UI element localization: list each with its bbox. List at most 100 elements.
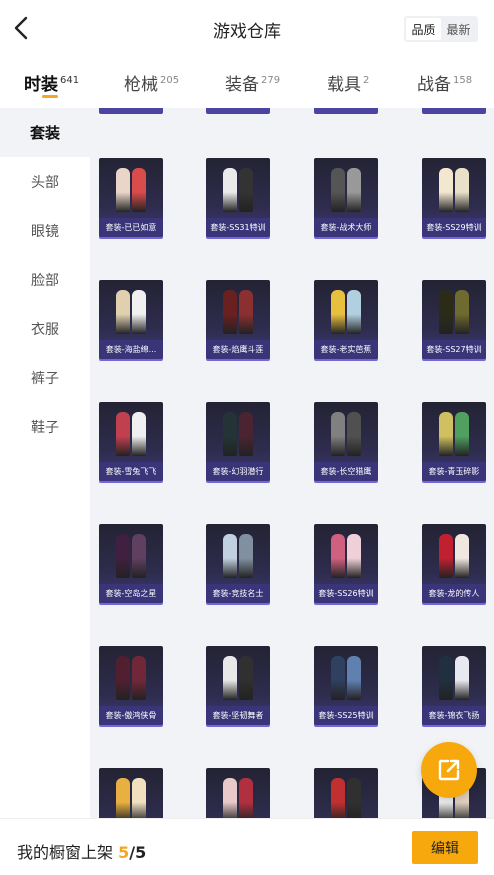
outfit-name: 套装-长空猎鹰 bbox=[314, 462, 378, 481]
tab-equipment[interactable]: 装备 279 bbox=[225, 70, 280, 95]
outfit-card[interactable]: 套装-SS25特训 bbox=[314, 646, 378, 725]
outfit-name: 套装-海盐绵... bbox=[99, 340, 163, 359]
outfit-figure bbox=[239, 412, 253, 456]
outfit-figure bbox=[439, 534, 453, 578]
outfit-card[interactable]: 套装-青玉碎影 bbox=[422, 402, 486, 481]
subcategory-sidebar: 套装 头部 眼镜 脸部 衣服 裤子 鞋子 bbox=[0, 108, 90, 818]
tab-supplies[interactable]: 战备 158 bbox=[417, 70, 472, 95]
tab-count: 2 bbox=[363, 75, 370, 86]
edit-button[interactable]: 编辑 bbox=[412, 831, 478, 864]
outfit-figure bbox=[239, 534, 253, 578]
outfit-figure bbox=[223, 168, 237, 212]
outfit-image bbox=[422, 402, 486, 460]
outfit-figure bbox=[116, 290, 130, 334]
outfit-image bbox=[206, 402, 270, 460]
outfit-card[interactable]: 套装-空岛之星 bbox=[99, 524, 163, 603]
outfit-image bbox=[314, 524, 378, 582]
outfit-card[interactable]: 套装-锦衣飞扬 bbox=[422, 646, 486, 725]
sidebar-item-suits[interactable]: 套装 bbox=[0, 108, 90, 157]
tab-label: 时装 bbox=[24, 75, 58, 95]
outfit-figure bbox=[439, 168, 453, 212]
outfit-image bbox=[99, 524, 163, 582]
outfit-card[interactable] bbox=[314, 768, 378, 818]
outfit-figure bbox=[132, 778, 146, 818]
outfit-name: 套装-老实芭蕉 bbox=[314, 340, 378, 359]
outfit-image bbox=[314, 158, 378, 216]
outfit-name: 套装-坚韧舞者 bbox=[206, 706, 270, 725]
outfit-figure bbox=[116, 412, 130, 456]
outfit-figure bbox=[347, 534, 361, 578]
outfit-figure bbox=[331, 412, 345, 456]
outfit-image bbox=[314, 768, 378, 818]
outfit-name: 套装-青玉碎影 bbox=[422, 462, 486, 481]
outfit-name: 套装-战术大师 bbox=[314, 218, 378, 237]
showcase-current-count: 5 bbox=[118, 843, 130, 862]
outfit-figure bbox=[132, 290, 146, 334]
outfit-name: 套装-龙的传人 bbox=[422, 584, 486, 603]
outfit-card[interactable] bbox=[99, 768, 163, 818]
outfit-figure bbox=[439, 290, 453, 334]
outfit-figure bbox=[132, 412, 146, 456]
outfit-figure bbox=[223, 412, 237, 456]
outfit-image bbox=[422, 280, 486, 338]
outfit-card[interactable]: 套装-SS27特训 bbox=[422, 280, 486, 359]
outfit-figure bbox=[132, 656, 146, 700]
outfit-image bbox=[206, 768, 270, 818]
card-partial bbox=[422, 108, 486, 114]
outfit-figure bbox=[347, 290, 361, 334]
tab-guns[interactable]: 枪械 205 bbox=[124, 70, 179, 95]
sidebar-item-shoes[interactable]: 鞋子 bbox=[0, 402, 90, 451]
showcase-total-count: /5 bbox=[129, 843, 147, 862]
showcase-label: 我的橱窗上架 bbox=[17, 843, 114, 862]
sort-option-latest[interactable]: 最新 bbox=[441, 18, 476, 40]
outfit-card[interactable]: 套装-坚韧舞者 bbox=[206, 646, 270, 725]
outfit-card[interactable]: 套装-战术大师 bbox=[314, 158, 378, 237]
outfit-image bbox=[422, 646, 486, 704]
share-button[interactable] bbox=[421, 742, 477, 798]
outfit-image bbox=[206, 524, 270, 582]
outfit-card[interactable]: 套装-SS26特训 bbox=[314, 524, 378, 603]
outfit-card[interactable]: 套装-SS31特训 bbox=[206, 158, 270, 237]
outfit-image bbox=[206, 646, 270, 704]
showcase-status: 我的橱窗上架 5/5 bbox=[17, 839, 146, 863]
outfit-card[interactable]: 套装-SS29特训 bbox=[422, 158, 486, 237]
category-tabs: 时装 641 枪械 205 装备 279 载具 2 战备 158 bbox=[0, 58, 494, 108]
sidebar-item-glasses[interactable]: 眼镜 bbox=[0, 206, 90, 255]
outfit-card[interactable]: 套装-龙的传人 bbox=[422, 524, 486, 603]
tab-label: 枪械 bbox=[124, 75, 158, 95]
outfit-image bbox=[422, 524, 486, 582]
outfit-name: 套装-SS31特训 bbox=[206, 218, 270, 237]
outfit-card[interactable]: 套装-长空猎鹰 bbox=[314, 402, 378, 481]
outfit-card[interactable] bbox=[206, 768, 270, 818]
outfit-figure bbox=[347, 778, 361, 818]
sidebar-item-clothes[interactable]: 衣服 bbox=[0, 304, 90, 353]
tab-vehicles[interactable]: 载具 2 bbox=[327, 70, 369, 95]
tab-fashion[interactable]: 时装 641 bbox=[24, 70, 79, 95]
sort-toggle[interactable]: 品质 最新 bbox=[404, 16, 478, 42]
outfit-card[interactable]: 套装-竞技名士 bbox=[206, 524, 270, 603]
sidebar-item-face[interactable]: 脸部 bbox=[0, 255, 90, 304]
outfit-figure bbox=[455, 168, 469, 212]
outfit-card[interactable]: 套装-老实芭蕉 bbox=[314, 280, 378, 359]
outfit-card[interactable]: 套装-幻羽潜行 bbox=[206, 402, 270, 481]
sidebar-item-pants[interactable]: 裤子 bbox=[0, 353, 90, 402]
outfit-figure bbox=[116, 534, 130, 578]
outfit-figure bbox=[239, 778, 253, 818]
outfit-figure bbox=[347, 412, 361, 456]
outfit-name: 套装-SS29特训 bbox=[422, 218, 486, 237]
outfit-figure bbox=[116, 778, 130, 818]
outfit-card[interactable]: 套装-雪兔飞飞 bbox=[99, 402, 163, 481]
outfit-name: 套装-SS26特训 bbox=[314, 584, 378, 603]
sort-option-quality[interactable]: 品质 bbox=[406, 18, 441, 40]
outfit-card[interactable]: 套装-傲鸿侠骨 bbox=[99, 646, 163, 725]
outfit-card[interactable]: 套装-海盐绵... bbox=[99, 280, 163, 359]
outfit-image bbox=[422, 158, 486, 216]
outfit-figure bbox=[347, 656, 361, 700]
outfit-card[interactable]: 套装-焰鹰斗莲 bbox=[206, 280, 270, 359]
outfit-name: 套装-已已如意 bbox=[99, 218, 163, 237]
outfit-figure bbox=[223, 534, 237, 578]
outfit-image bbox=[206, 280, 270, 338]
outfit-card[interactable]: 套装-已已如意 bbox=[99, 158, 163, 237]
outfit-figure bbox=[347, 168, 361, 212]
sidebar-item-head[interactable]: 头部 bbox=[0, 157, 90, 206]
